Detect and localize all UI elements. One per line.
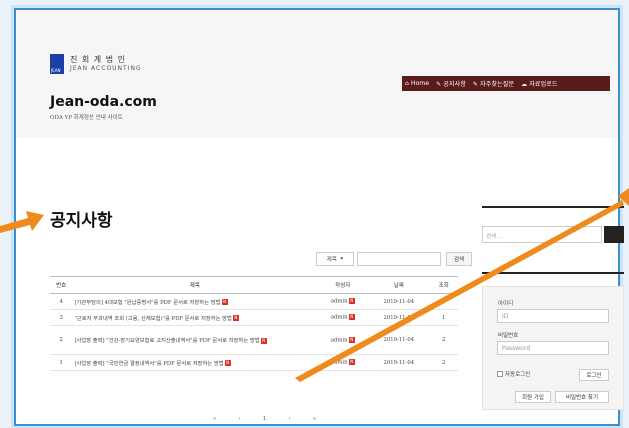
new-badge: N <box>221 299 228 305</box>
new-badge: N <box>260 337 267 344</box>
login-box: 아이디 ID 비밀번호 Password 자동로그인 로그인 회원 가입 비밀번… <box>482 286 624 410</box>
auto-login-checkbox[interactable] <box>497 371 503 377</box>
pager-last[interactable]: » <box>302 416 327 422</box>
board-search-input[interactable] <box>357 252 441 266</box>
nav-item-upload[interactable]: ☁ 자료업로드 <box>521 79 557 88</box>
table-row: 3 "근로자 부과내역 조회 (고용, 산재보험)"를 PDF 문서로 저장하는… <box>50 309 458 326</box>
select-value: 제목 <box>326 257 337 263</box>
row-views: 1 <box>429 309 458 326</box>
sidebar-search-button[interactable] <box>604 226 624 243</box>
new-badge: N <box>224 360 231 366</box>
sidebar-divider <box>482 206 624 208</box>
pin-icon: ✎ <box>436 81 442 88</box>
sidebar-search-input[interactable]: 검색 ... <box>482 226 602 243</box>
row-number: 4 <box>50 293 73 310</box>
author-name: admin <box>330 314 348 321</box>
row-date: 2019-11-04 <box>368 309 430 326</box>
table-row: 2 [사업장 출력] "건강-장기요양보험료 고지산출내역서"를 PDF 문서로… <box>50 325 458 355</box>
nav-label: 공지사항 <box>443 81 466 88</box>
nav-label: 자료업로드 <box>529 81 558 88</box>
pagination: « ‹ 1 › » <box>202 416 327 422</box>
main-nav: ⌂ Home ✎ 공지사항 ✎ 자주찾는질문 ☁ 자료업로드 <box>402 76 610 91</box>
chevron-down-icon: ▾ <box>340 256 344 262</box>
table-header-row: 번호 제목 작성자 날짜 조회 <box>50 276 458 294</box>
password-label: 비밀번호 <box>498 333 519 339</box>
row-title-text: [기관부담의] 4대보험 "완납증명서"를 PDF 문서로 저장하는 방법 <box>74 299 221 306</box>
col-header-date: 날짜 <box>368 276 430 294</box>
auto-login-label: 자동로그인 <box>505 372 531 378</box>
row-author: admin N <box>317 309 369 326</box>
brand-logo[interactable]: JEAN <box>50 54 64 74</box>
author-name: admin <box>330 337 348 344</box>
pin-icon: ✎ <box>472 81 478 88</box>
row-title-text: [사업장 출력] "건강-장기요양보험료 고지산출내역서"를 PDF 문서로 저… <box>74 338 260 344</box>
new-badge: N <box>348 298 355 305</box>
row-views: 2 <box>429 354 458 371</box>
page-title: 공지사항 <box>50 211 113 231</box>
board-search-button[interactable]: 검색 <box>446 252 472 266</box>
row-number: 2 <box>50 325 73 355</box>
signup-button[interactable]: 회원 가입 <box>515 391 551 403</box>
row-date: 2019-11-04 <box>368 293 430 310</box>
search-field-select[interactable]: 제목 ▾ <box>316 252 354 266</box>
table-row: 4 [기관부담의] 4대보험 "완납증명서"를 PDF 문서로 저장하는 방법 N… <box>50 293 458 310</box>
site-subtitle: ODA YP 회계정산 안내 사이트 <box>50 115 123 121</box>
author-name: admin <box>330 359 348 366</box>
new-badge: N <box>232 315 239 321</box>
col-header-title: 제목 <box>72 276 318 294</box>
nav-item-faq[interactable]: ✎ 자주찾는질문 <box>473 79 514 88</box>
brand-name-en: JEAN ACCOUNTING <box>70 65 142 72</box>
cloud-icon: ☁ <box>521 81 528 88</box>
nav-label: Home <box>410 80 430 87</box>
author-name: admin <box>330 298 348 305</box>
pager-page[interactable]: 1 <box>252 416 277 422</box>
site-title[interactable]: Jean-oda.com <box>50 94 157 110</box>
row-date: 2019-11-04 <box>368 325 430 355</box>
row-author: admin N <box>317 325 369 355</box>
table-row: 1 [사업장 출력] "국민연금 결정내역서"를 PDF 문서로 저장하는 방법… <box>50 354 458 371</box>
col-header-views: 조회 <box>429 276 458 294</box>
home-icon: ⌂ <box>405 80 409 87</box>
id-label: 아이디 <box>498 301 514 307</box>
nav-label: 자주찾는질문 <box>479 81 515 88</box>
board-search: 제목 ▾ 검색 <box>316 252 472 266</box>
row-number: 3 <box>50 309 73 326</box>
pager-next[interactable]: › <box>277 416 302 422</box>
row-author: admin N <box>317 354 369 371</box>
notice-table: 번호 제목 작성자 날짜 조회 4 [기관부담의] 4대보험 "완납증명서"를 … <box>50 276 458 371</box>
new-badge: N <box>348 314 355 321</box>
password-field[interactable]: Password <box>497 341 609 355</box>
id-field[interactable]: ID <box>497 309 609 323</box>
row-views: 2 <box>429 325 458 355</box>
row-title-text: "근로자 부과내역 조회 (고용, 산재보험)"를 PDF 문서로 저장하는 방… <box>74 315 232 322</box>
col-header-number: 번호 <box>50 276 73 294</box>
row-views: 3 <box>429 293 458 310</box>
row-title-link[interactable]: [사업장 출력] "건강-장기요양보험료 고지산출내역서"를 PDF 문서로 저… <box>72 325 318 355</box>
col-header-author: 작성자 <box>317 276 369 294</box>
brand-name-ko: 진 회 계 법 인 <box>70 55 126 64</box>
row-title-link[interactable]: "근로자 부과내역 조회 (고용, 산재보험)"를 PDF 문서로 저장하는 방… <box>72 309 318 326</box>
sidebar-divider <box>482 272 624 274</box>
row-date: 2019-11-04 <box>368 354 430 371</box>
row-author: admin N <box>317 293 369 310</box>
nav-item-notice[interactable]: ✎ 공지사항 <box>436 79 466 88</box>
pager-prev[interactable]: ‹ <box>227 416 252 422</box>
row-title-link[interactable]: [사업장 출력] "국민연금 결정내역서"를 PDF 문서로 저장하는 방법 N <box>72 354 318 371</box>
row-number: 1 <box>50 354 73 371</box>
new-badge: N <box>348 359 355 366</box>
row-title-text: [사업장 출력] "국민연금 결정내역서"를 PDF 문서로 저장하는 방법 <box>74 360 224 367</box>
find-password-button[interactable]: 비밀번호 찾기 <box>555 391 609 403</box>
login-button[interactable]: 로그인 <box>579 369 609 381</box>
row-title-link[interactable]: [기관부담의] 4대보험 "완납증명서"를 PDF 문서로 저장하는 방법 N <box>72 293 318 310</box>
pager-first[interactable]: « <box>202 416 227 422</box>
nav-item-home[interactable]: ⌂ Home <box>405 80 429 87</box>
logo-mark-text: JEAN <box>51 68 61 73</box>
browser-frame: JEAN 진 회 계 법 인 JEAN ACCOUNTING Jean-oda.… <box>14 8 624 426</box>
new-badge: N <box>348 336 355 343</box>
